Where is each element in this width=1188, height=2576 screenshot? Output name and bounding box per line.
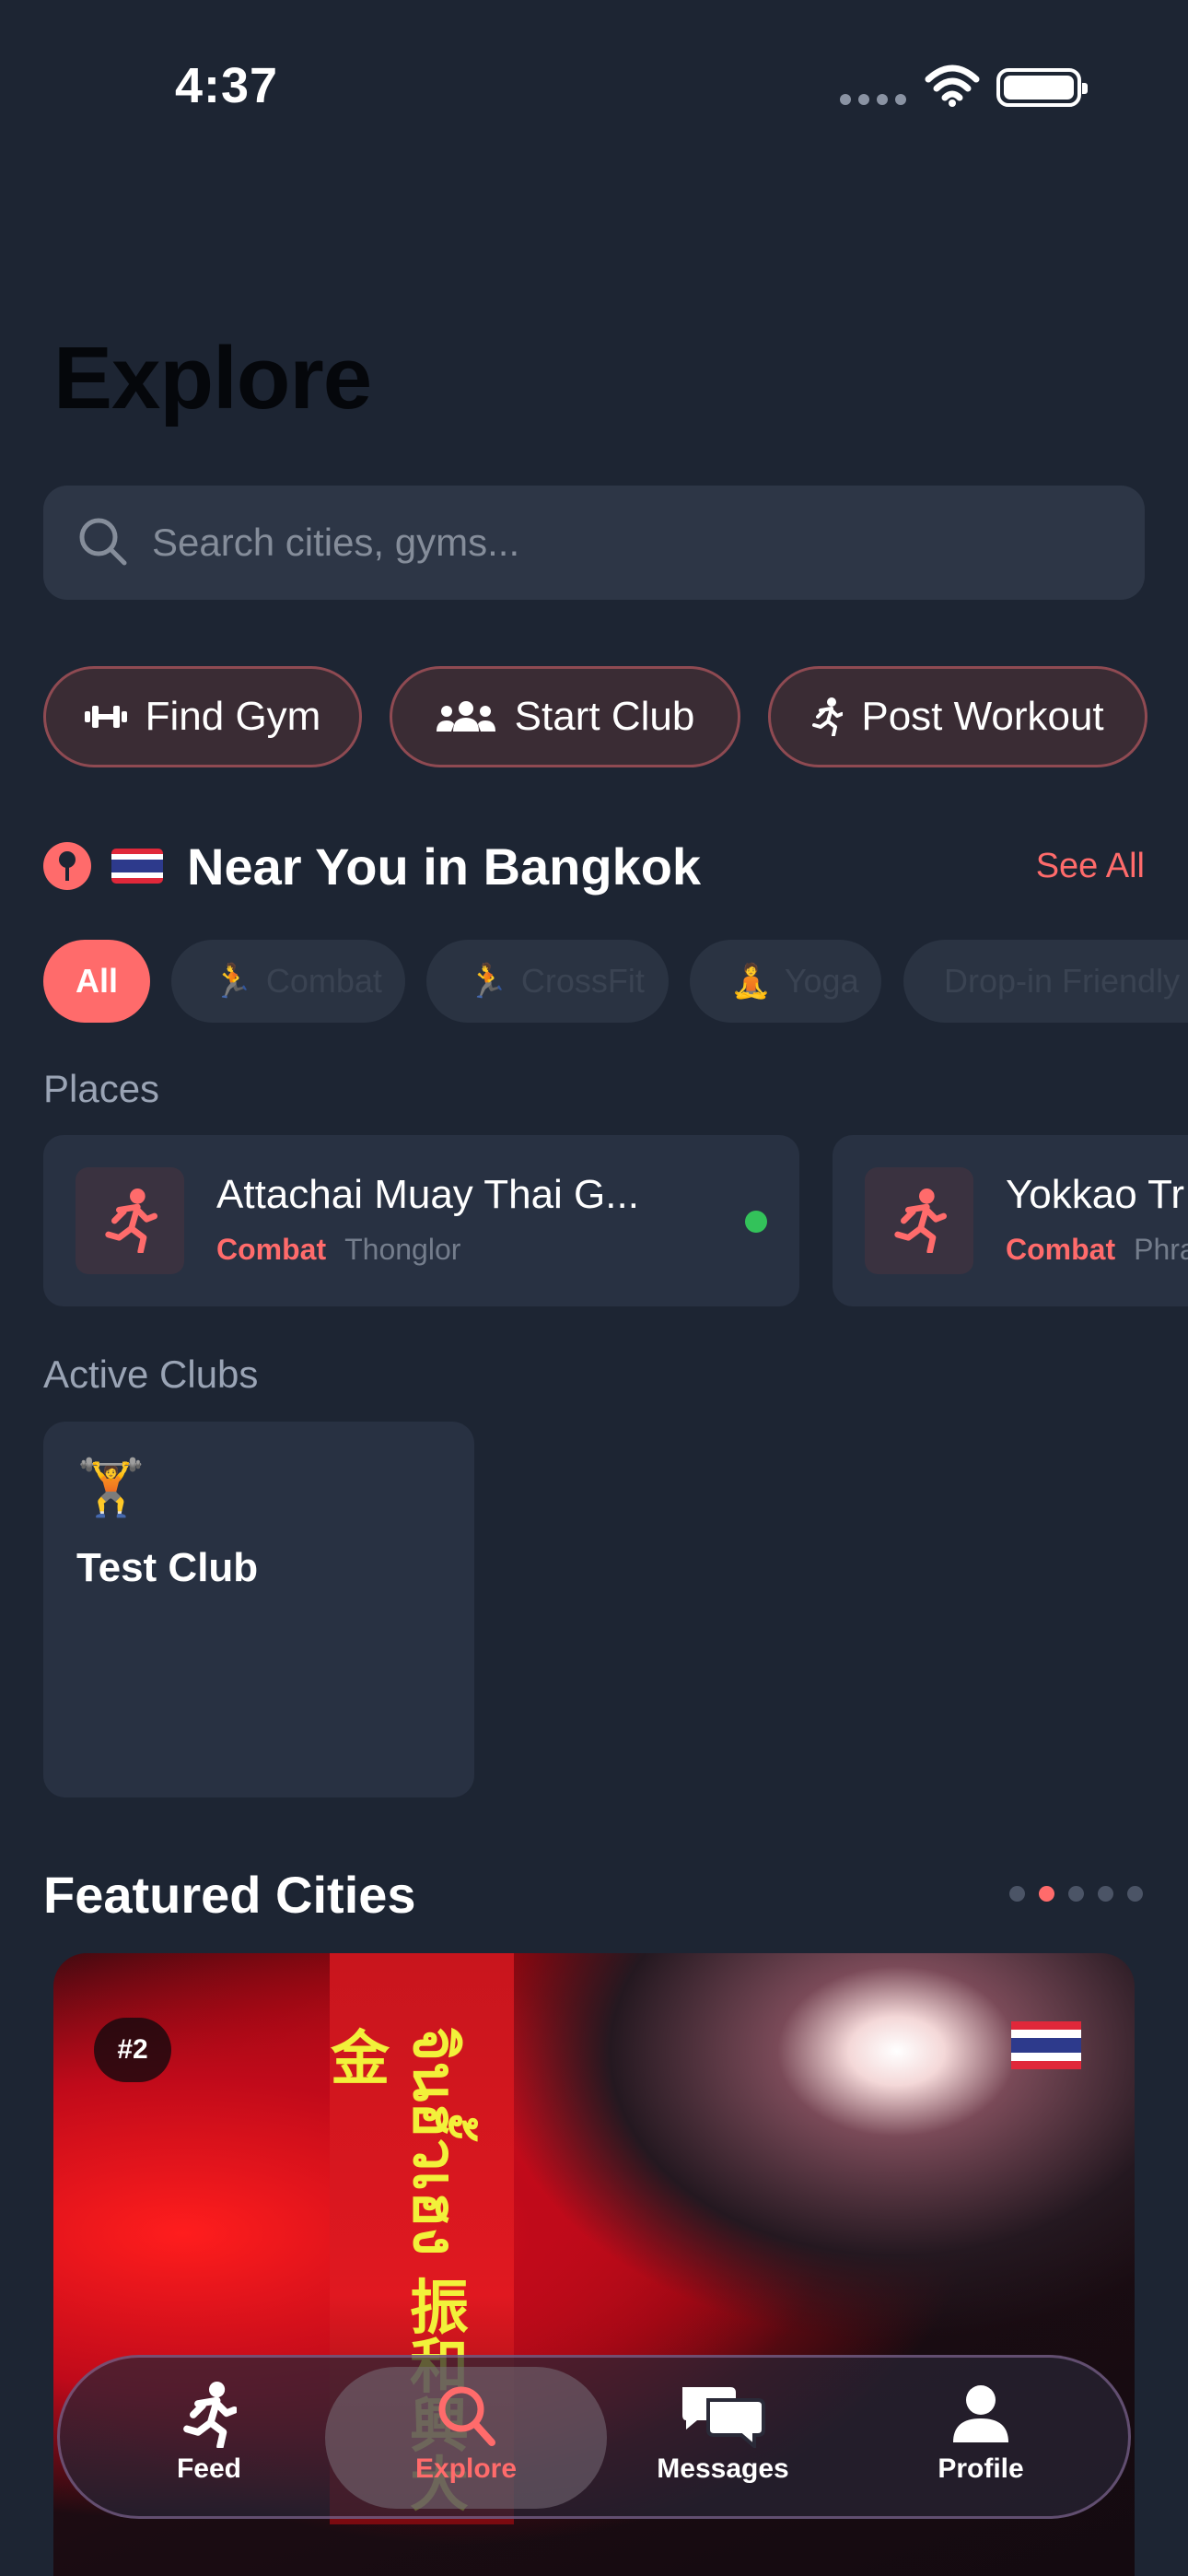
- weightlifter-icon: 🏋️: [76, 1457, 146, 1518]
- see-all-link[interactable]: See All: [1036, 847, 1145, 886]
- filter-chip-yoga[interactable]: 🧘 Yoga: [690, 940, 881, 1023]
- page-title: Explore: [53, 329, 372, 427]
- city-rank-badge: #2: [94, 2018, 171, 2082]
- tab-profile[interactable]: Profile: [870, 2382, 1091, 2501]
- filter-chip-label: Drop-in Friendly: [944, 962, 1181, 1000]
- tab-label: Messages: [657, 2453, 789, 2484]
- post-workout-label: Post Workout: [861, 694, 1104, 739]
- place-category: Combat: [216, 1233, 327, 1266]
- tab-label: Feed: [176, 2453, 242, 2484]
- search-bar[interactable]: [43, 486, 1145, 600]
- start-club-button[interactable]: Start Club: [390, 666, 740, 767]
- filter-chip-label: CrossFit: [520, 962, 645, 1000]
- place-location: Phra: [1134, 1233, 1188, 1266]
- near-you-header: Near You in Bangkok See All: [43, 829, 1145, 903]
- filter-chip-crossfit[interactable]: 🏃 CrossFit: [426, 940, 669, 1023]
- filter-chip-drop-in[interactable]: Drop-in Friendly: [903, 940, 1188, 1023]
- dumbbell-icon: [84, 706, 127, 728]
- person-icon: [953, 2385, 1008, 2442]
- thailand-flag-icon: [111, 849, 163, 884]
- runner-icon: [76, 1167, 184, 1274]
- thailand-flag-icon: [1011, 2021, 1081, 2069]
- place-category: Combat: [1006, 1233, 1116, 1266]
- filter-chip-label: Combat: [265, 962, 382, 1000]
- club-card[interactable]: 🏋️ Test Club: [43, 1422, 474, 1797]
- tab-explore[interactable]: Explore: [355, 2382, 577, 2501]
- featured-cities-title: Featured Cities: [43, 1866, 416, 1924]
- filter-chip-label: All: [75, 962, 118, 1000]
- places-label: Places: [43, 1067, 160, 1110]
- tab-messages[interactable]: Messages: [612, 2382, 833, 2501]
- status-indicators: [840, 64, 1088, 111]
- yoga-icon: 🧘: [730, 962, 772, 1000]
- find-gym-label: Find Gym: [145, 694, 321, 739]
- club-name: Test Club: [76, 1545, 259, 1590]
- carousel-page-indicator[interactable]: [1009, 1886, 1143, 1902]
- search-icon: [438, 2386, 495, 2446]
- filter-chip-label: Yoga: [784, 962, 859, 1000]
- active-clubs-label: Active Clubs: [43, 1352, 259, 1396]
- runner-icon: [865, 1167, 973, 1274]
- runner-icon: [183, 2382, 237, 2448]
- status-time: 4:37: [175, 58, 279, 113]
- wifi-icon: [925, 64, 980, 107]
- filter-chip-all[interactable]: All: [43, 940, 150, 1023]
- tab-label: Explore: [414, 2453, 518, 2484]
- battery-icon: [996, 68, 1088, 107]
- runner-icon: 🏃: [212, 962, 253, 1000]
- filter-chip-combat[interactable]: 🏃 Combat: [171, 940, 405, 1023]
- start-club-label: Start Club: [514, 694, 695, 739]
- online-status-dot: [745, 1211, 767, 1233]
- place-meta: Combat Phra: [1006, 1233, 1188, 1267]
- runner-icon: [812, 697, 844, 736]
- place-card[interactable]: Yokkao Tr Combat Phra: [833, 1135, 1188, 1306]
- search-input[interactable]: [152, 509, 1110, 576]
- post-workout-button[interactable]: Post Workout: [768, 666, 1147, 767]
- place-card[interactable]: Attachai Muay Thai G... Combat Thonglor: [43, 1135, 799, 1306]
- tab-label: Profile: [938, 2453, 1024, 2484]
- location-pin-icon: [43, 842, 91, 890]
- search-icon: [79, 518, 127, 566]
- tab-feed[interactable]: Feed: [99, 2382, 320, 2501]
- find-gym-button[interactable]: Find Gym: [43, 666, 362, 767]
- group-icon: [436, 701, 495, 732]
- near-you-title: Near You in Bangkok: [187, 837, 702, 896]
- runner-icon: 🏃: [467, 962, 508, 1000]
- chat-bubbles-icon: [682, 2387, 765, 2448]
- tab-bar: Feed Explore Messages Profile: [57, 2355, 1131, 2519]
- place-location: Thonglor: [344, 1233, 461, 1266]
- place-name: Attachai Muay Thai G...: [216, 1172, 639, 1217]
- cellular-signal-icon: [840, 94, 906, 105]
- place-meta: Combat Thonglor: [216, 1233, 460, 1267]
- place-name: Yokkao Tr: [1006, 1172, 1185, 1217]
